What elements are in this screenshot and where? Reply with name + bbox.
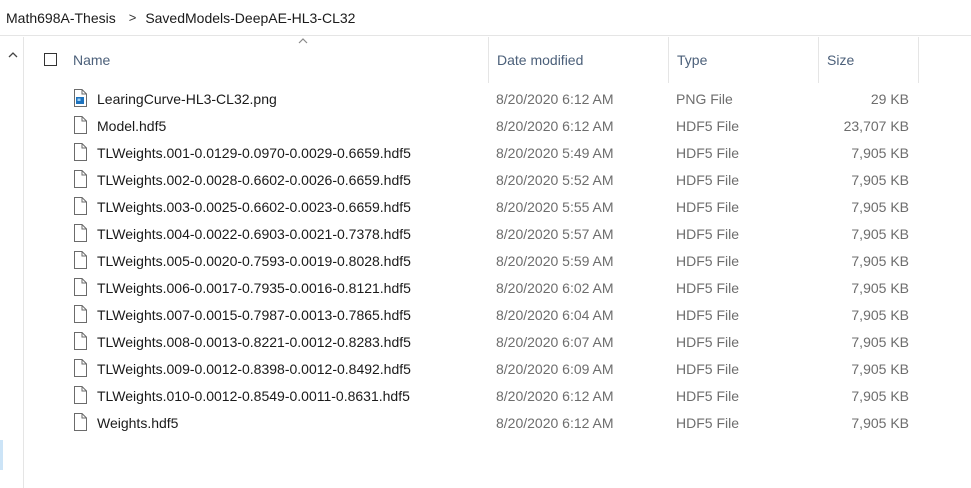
file-name[interactable]: TLWeights.003-0.0025-0.6602-0.0023-0.665… <box>97 199 411 215</box>
column-header-row: Name Date modified Type Size <box>25 37 971 83</box>
file-row[interactable]: TLWeights.009-0.0012-0.8398-0.0012-0.849… <box>25 355 945 382</box>
file-row[interactable]: TLWeights.003-0.0025-0.6602-0.0023-0.665… <box>25 193 945 220</box>
breadcrumb-item-current[interactable]: SavedModels-DeepAE-HL3-CL32 <box>145 10 355 26</box>
file-type: HDF5 File <box>676 198 740 215</box>
breadcrumb-item-parent[interactable]: Math698A-Thesis <box>6 10 116 26</box>
file-date-modified: 8/20/2020 5:57 AM <box>496 225 614 242</box>
file-icon <box>73 359 87 377</box>
chevron-right-icon[interactable]: > <box>129 10 137 25</box>
file-icon <box>73 143 87 161</box>
file-size: 23,707 KB <box>843 117 909 134</box>
file-size: 7,905 KB <box>851 333 909 350</box>
file-icon <box>73 197 87 215</box>
file-type: HDF5 File <box>676 171 740 188</box>
navigation-selection-indicator <box>0 440 3 470</box>
file-type: HDF5 File <box>676 252 740 269</box>
select-all-checkbox[interactable] <box>44 53 57 66</box>
file-size: 7,905 KB <box>851 306 909 323</box>
file-name[interactable]: TLWeights.007-0.0015-0.7987-0.0013-0.786… <box>97 307 411 323</box>
file-row[interactable]: TLWeights.002-0.0028-0.6602-0.0026-0.665… <box>25 166 945 193</box>
file-icon <box>73 413 87 431</box>
image-file-icon <box>73 89 87 107</box>
file-date-modified: 8/20/2020 5:49 AM <box>496 144 614 161</box>
file-type: HDF5 File <box>676 360 740 377</box>
file-row[interactable]: TLWeights.001-0.0129-0.0970-0.0029-0.665… <box>25 139 945 166</box>
file-row[interactable]: TLWeights.006-0.0017-0.7935-0.0016-0.812… <box>25 274 945 301</box>
file-row[interactable]: Weights.hdf5 8/20/2020 6:12 AM HDF5 File 7,… <box>25 409 945 436</box>
file-row[interactable]: LearingCurve-HL3-CL32.png 8/20/2020 6:12 … <box>25 85 945 112</box>
file-row[interactable]: TLWeights.007-0.0015-0.7987-0.0013-0.786… <box>25 301 945 328</box>
file-name[interactable]: Model.hdf5 <box>97 118 166 134</box>
file-name[interactable]: TLWeights.001-0.0129-0.0970-0.0029-0.665… <box>97 145 411 161</box>
file-size: 7,905 KB <box>851 360 909 377</box>
file-name[interactable]: TLWeights.004-0.0022-0.6903-0.0021-0.737… <box>97 226 411 242</box>
file-row[interactable]: TLWeights.010-0.0012-0.8549-0.0011-0.863… <box>25 382 945 409</box>
file-size: 7,905 KB <box>851 198 909 215</box>
file-size: 7,905 KB <box>851 252 909 269</box>
file-date-modified: 8/20/2020 6:12 AM <box>496 387 614 404</box>
column-header-type-label: Type <box>677 52 708 68</box>
file-icon <box>73 224 87 242</box>
column-header-size-label: Size <box>827 52 855 68</box>
column-header-type[interactable]: Type <box>669 37 819 83</box>
file-type: HDF5 File <box>676 387 740 404</box>
file-name[interactable]: TLWeights.009-0.0012-0.8398-0.0012-0.849… <box>97 361 411 377</box>
file-icon <box>73 386 87 404</box>
file-row[interactable]: TLWeights.004-0.0022-0.6903-0.0021-0.737… <box>25 220 945 247</box>
file-name[interactable]: Weights.hdf5 <box>97 415 178 431</box>
file-name[interactable]: TLWeights.006-0.0017-0.7935-0.0016-0.812… <box>97 280 411 296</box>
file-type: HDF5 File <box>676 306 740 323</box>
file-date-modified: 8/20/2020 5:59 AM <box>496 252 614 269</box>
file-type: HDF5 File <box>676 117 740 134</box>
file-type: HDF5 File <box>676 333 740 350</box>
file-name[interactable]: TLWeights.002-0.0028-0.6602-0.0026-0.665… <box>97 172 411 188</box>
file-date-modified: 8/20/2020 6:02 AM <box>496 279 614 296</box>
file-date-modified: 8/20/2020 5:55 AM <box>496 198 614 215</box>
file-row[interactable]: Model.hdf5 8/20/2020 6:12 AM HDF5 File 23,7… <box>25 112 945 139</box>
file-size: 7,905 KB <box>851 144 909 161</box>
chevron-up-icon[interactable] <box>8 48 18 62</box>
file-type: PNG File <box>676 90 733 107</box>
file-icon <box>73 116 87 134</box>
breadcrumb: Math698A-Thesis > SavedModels-DeepAE-HL3… <box>0 0 971 36</box>
file-size: 7,905 KB <box>851 414 909 431</box>
file-date-modified: 8/20/2020 5:52 AM <box>496 171 614 188</box>
column-header-date-label: Date modified <box>497 52 584 68</box>
column-header-size[interactable]: Size <box>819 37 919 83</box>
file-icon <box>73 332 87 350</box>
column-header-date[interactable]: Date modified <box>489 37 669 83</box>
file-size: 7,905 KB <box>851 171 909 188</box>
file-type: HDF5 File <box>676 279 740 296</box>
file-icon <box>73 170 87 188</box>
file-icon <box>73 278 87 296</box>
file-date-modified: 8/20/2020 6:04 AM <box>496 306 614 323</box>
file-row[interactable]: TLWeights.005-0.0020-0.7593-0.0019-0.802… <box>25 247 945 274</box>
file-name[interactable]: TLWeights.005-0.0020-0.7593-0.0019-0.802… <box>97 253 411 269</box>
sort-ascending-icon <box>298 35 308 47</box>
file-date-modified: 8/20/2020 6:12 AM <box>496 414 614 431</box>
file-type: HDF5 File <box>676 144 740 161</box>
file-date-modified: 8/20/2020 6:09 AM <box>496 360 614 377</box>
file-name[interactable]: LearingCurve-HL3-CL32.png <box>97 91 277 107</box>
file-date-modified: 8/20/2020 6:12 AM <box>496 117 614 134</box>
column-header-name-label: Name <box>73 52 111 68</box>
file-icon <box>73 251 87 269</box>
file-size: 29 KB <box>870 90 909 107</box>
navigation-pane <box>0 37 24 488</box>
file-size: 7,905 KB <box>851 279 909 296</box>
file-name[interactable]: TLWeights.008-0.0013-0.8221-0.0012-0.828… <box>97 334 411 350</box>
file-size: 7,905 KB <box>851 387 909 404</box>
file-date-modified: 8/20/2020 6:12 AM <box>496 90 614 107</box>
file-date-modified: 8/20/2020 6:07 AM <box>496 333 614 350</box>
file-size: 7,905 KB <box>851 225 909 242</box>
file-type: HDF5 File <box>676 414 740 431</box>
file-name[interactable]: TLWeights.010-0.0012-0.8549-0.0011-0.863… <box>97 388 410 404</box>
file-row[interactable]: TLWeights.008-0.0013-0.8221-0.0012-0.828… <box>25 328 945 355</box>
column-header-name[interactable]: Name <box>65 37 489 83</box>
file-type: HDF5 File <box>676 225 740 242</box>
file-icon <box>73 305 87 323</box>
